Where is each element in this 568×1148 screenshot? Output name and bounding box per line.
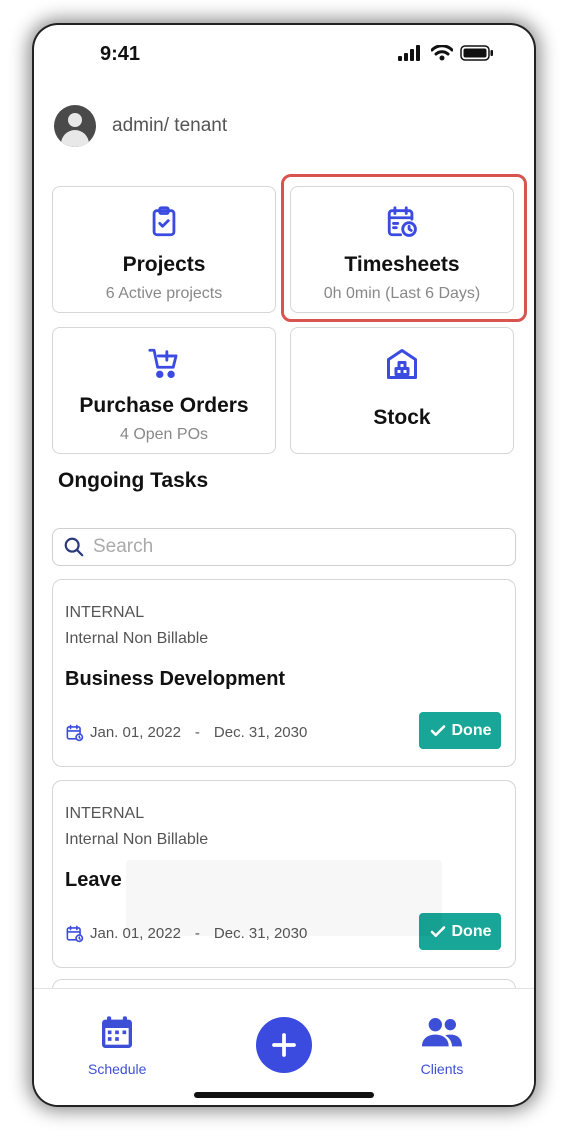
date-separator: -	[194, 724, 200, 741]
user-row[interactable]: admin/ tenant	[54, 105, 227, 147]
search-icon	[64, 537, 84, 557]
done-button[interactable]: Done	[419, 712, 501, 749]
purchase-orders-title: Purchase Orders	[79, 394, 249, 417]
purchase-orders-card[interactable]: Purchase Orders 4 Open POs	[52, 327, 276, 454]
stock-card[interactable]: Stock	[290, 327, 514, 454]
ongoing-tasks-title: Ongoing Tasks	[58, 469, 209, 492]
projects-subtitle: 6 Active projects	[105, 285, 223, 302]
search-bar[interactable]	[52, 528, 516, 566]
task-name: Business Development	[65, 668, 286, 690]
plus-icon	[272, 1033, 296, 1057]
tab-schedule-label: Schedule	[88, 1061, 147, 1077]
status-time: 9:41	[100, 43, 141, 65]
timesheets-highlight	[281, 174, 527, 322]
wifi-icon	[431, 45, 453, 61]
task-name: Leave	[65, 869, 122, 891]
calendar-icon	[66, 925, 84, 943]
search-input[interactable]	[91, 535, 495, 559]
loading-overlay	[126, 860, 442, 936]
avatar[interactable]	[54, 105, 96, 147]
calendar-icon	[66, 724, 84, 742]
signal-icon	[398, 45, 420, 61]
tab-clients-label: Clients	[420, 1061, 464, 1077]
clipboard-check-icon	[152, 206, 176, 237]
calendar-icon	[102, 1016, 133, 1048]
status-icons	[398, 45, 494, 61]
projects-title: Projects	[122, 253, 206, 276]
home-indicator	[194, 1092, 374, 1098]
task-type: INTERNAL	[65, 604, 145, 621]
user-label: admin/ tenant	[112, 115, 228, 136]
check-icon	[430, 724, 445, 736]
done-label: Done	[451, 922, 492, 940]
cart-plus-icon	[148, 348, 178, 379]
task-card[interactable]: INTERNAL Internal Non Billable Business …	[52, 579, 516, 767]
task-type: INTERNAL	[65, 805, 145, 822]
tab-schedule[interactable]: Schedule	[88, 1013, 146, 1077]
phone-screen: 9:41 admin/ tenant Projects 6 Active pro…	[34, 25, 534, 1105]
add-button[interactable]	[256, 1017, 312, 1073]
bottom-nav: Schedule Clients	[34, 988, 534, 1105]
battery-icon	[460, 45, 493, 61]
stock-title: Stock	[373, 406, 431, 429]
warehouse-icon	[387, 349, 417, 379]
task-start-date: Jan. 01, 2022	[90, 724, 181, 741]
done-label: Done	[451, 721, 492, 739]
task-billing: Internal Non Billable	[65, 831, 209, 848]
tab-clients[interactable]: Clients	[420, 1013, 464, 1077]
task-dates: Jan. 01, 2022 - Dec. 31, 2030	[65, 723, 307, 742]
projects-card[interactable]: Projects 6 Active projects	[52, 186, 276, 313]
status-bar: 9:41	[34, 25, 534, 83]
purchase-orders-subtitle: 4 Open POs	[119, 426, 209, 443]
task-billing: Internal Non Billable	[65, 630, 209, 647]
people-icon	[422, 1018, 462, 1047]
task-end-date: Dec. 31, 2030	[213, 724, 308, 741]
